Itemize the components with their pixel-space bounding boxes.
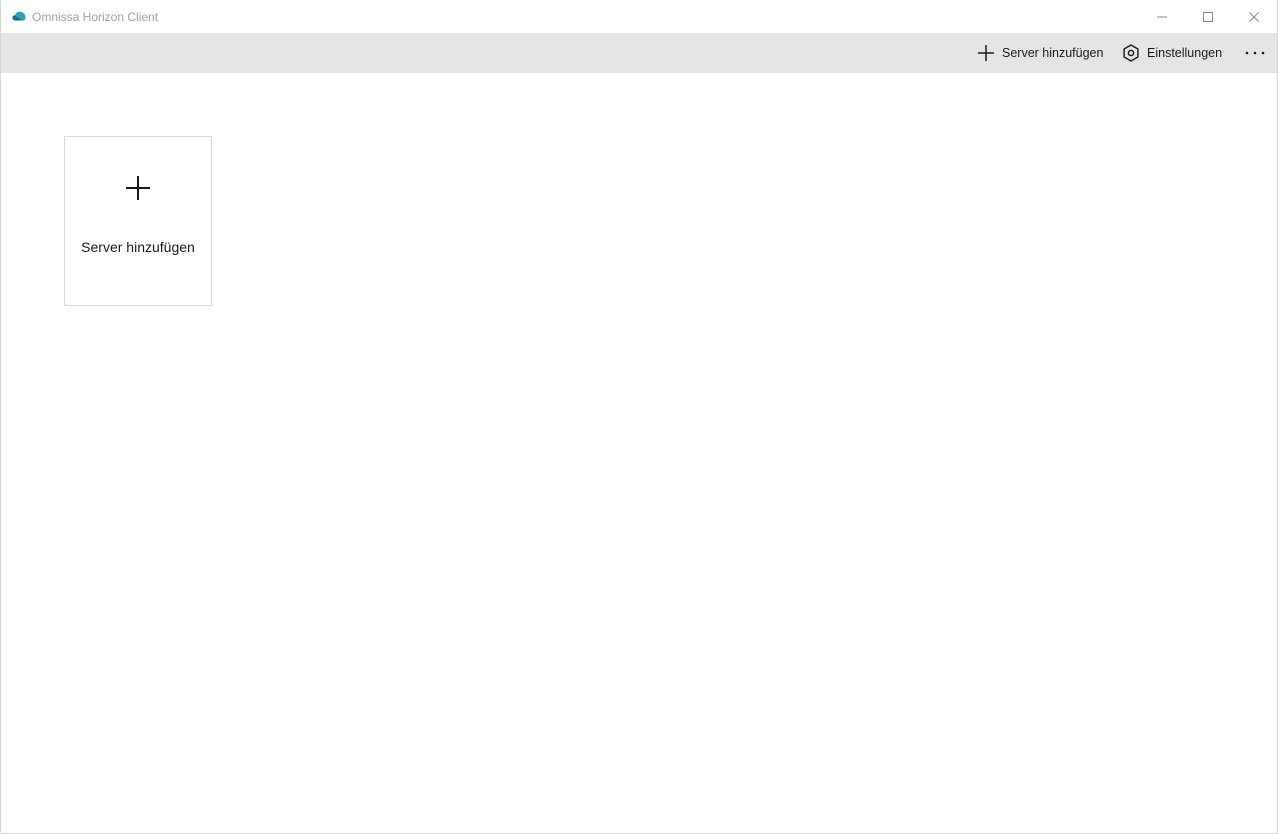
close-icon <box>1249 11 1259 22</box>
title-bar: Omnissa Horizon Client <box>1 0 1277 33</box>
maximize-icon <box>1203 11 1213 22</box>
app-logo-icon <box>12 11 26 21</box>
minimize-button[interactable] <box>1139 0 1185 33</box>
add-server-tile-label: Server hinzufügen <box>81 239 195 255</box>
minimize-icon <box>1157 16 1167 17</box>
add-server-command-button[interactable]: Server hinzufügen <box>976 33 1103 73</box>
settings-command-label: Einstellungen <box>1147 46 1223 60</box>
add-server-tile[interactable]: Server hinzufügen <box>64 136 212 306</box>
command-bar: Server hinzufügen Einstellungen <box>1 33 1277 73</box>
settings-command-button[interactable]: Einstellungen <box>1121 33 1222 73</box>
plus-icon <box>976 43 996 63</box>
more-horizontal-icon <box>1245 51 1265 55</box>
app-window: Omnissa Horizon Client Server hinzufügen… <box>0 0 1278 834</box>
close-button[interactable] <box>1231 0 1277 33</box>
add-server-command-label: Server hinzufügen <box>1002 46 1104 60</box>
gear-icon <box>1121 43 1141 63</box>
window-title: Omnissa Horizon Client <box>32 10 159 24</box>
plus-icon <box>126 176 150 200</box>
window-controls <box>1139 0 1277 33</box>
more-options-button[interactable] <box>1241 33 1269 73</box>
maximize-button[interactable] <box>1185 0 1231 33</box>
